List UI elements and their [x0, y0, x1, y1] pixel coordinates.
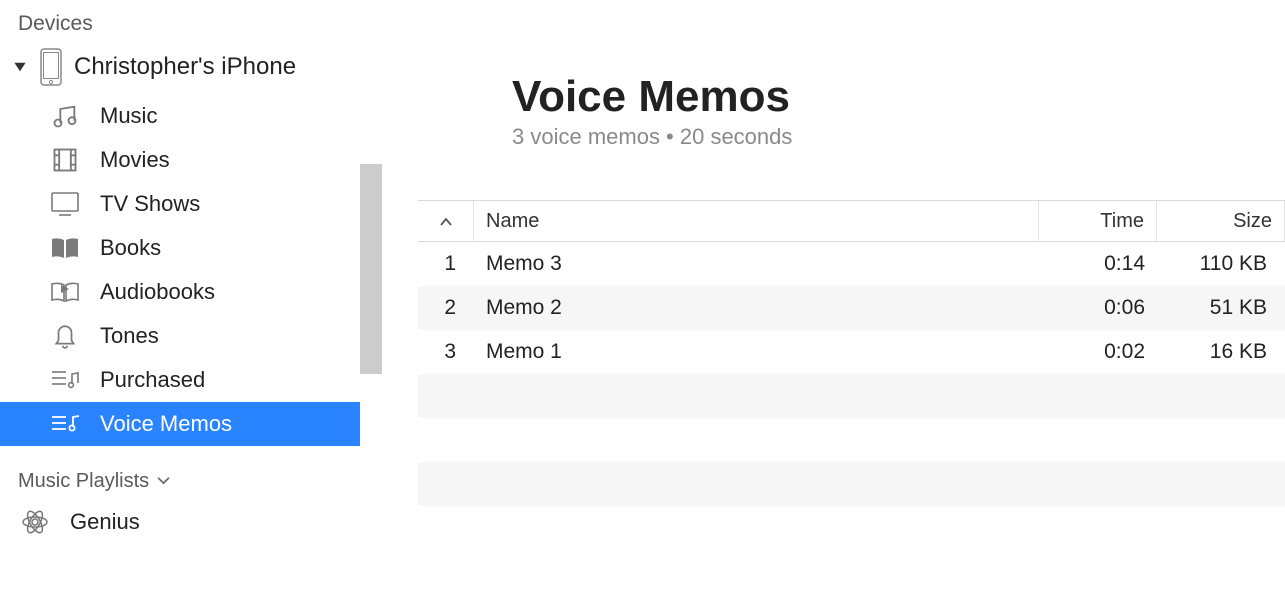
music-icon — [48, 101, 82, 131]
sidebar-item-label: Music — [100, 103, 157, 129]
page-subtitle: 3 voice memos • 20 seconds — [512, 124, 1285, 150]
sidebar-item-tvshows[interactable]: TV Shows — [0, 182, 360, 226]
column-header-size[interactable]: Size — [1157, 201, 1285, 241]
row-number: 1 — [418, 252, 474, 276]
sidebar-item-label: Purchased — [100, 367, 205, 393]
sidebar-item-tones[interactable]: Tones — [0, 314, 360, 358]
column-header-time[interactable]: Time — [1039, 201, 1157, 241]
row-number: 3 — [418, 340, 474, 364]
row-name: Memo 1 — [474, 340, 1039, 364]
table: Name Time Size 1Memo 30:14110 KB2Memo 20… — [382, 200, 1285, 550]
bell-icon — [48, 321, 82, 351]
page-title: Voice Memos — [512, 72, 1285, 122]
sidebar: Devices Christopher's iPhone Music Movie… — [0, 0, 360, 593]
tv-icon — [48, 189, 82, 219]
table-row[interactable]: 3Memo 10:0216 KB — [418, 330, 1285, 374]
sidebar-item-voicememos[interactable]: Voice Memos — [0, 402, 360, 446]
table-body: 1Memo 30:14110 KB2Memo 20:0651 KB3Memo 1… — [418, 242, 1285, 374]
chevron-up-icon — [439, 210, 453, 233]
sidebar-item-label: TV Shows — [100, 191, 200, 217]
voicememo-icon — [48, 409, 82, 439]
sidebar-item-label: Voice Memos — [100, 411, 232, 437]
device-row[interactable]: Christopher's iPhone — [0, 44, 360, 94]
sidebar-item-purchased[interactable]: Purchased — [0, 358, 360, 402]
sidebar-nav: Music Movies TV Shows Books Audiobooks — [0, 94, 360, 446]
row-size: 16 KB — [1157, 340, 1285, 364]
column-header-name[interactable]: Name — [474, 201, 1039, 241]
row-name: Memo 2 — [474, 296, 1039, 320]
table-row[interactable]: 2Memo 20:0651 KB — [418, 286, 1285, 330]
sidebar-item-label: Audiobooks — [100, 279, 215, 305]
disclosure-triangle-icon — [12, 60, 28, 74]
row-size: 110 KB — [1157, 252, 1285, 276]
chevron-down-icon — [157, 473, 170, 491]
title-block: Voice Memos 3 voice memos • 20 seconds — [382, 72, 1285, 200]
sidebar-item-genius[interactable]: Genius — [0, 501, 360, 543]
sidebar-item-music[interactable]: Music — [0, 94, 360, 138]
iphone-icon — [40, 48, 62, 86]
row-size: 51 KB — [1157, 296, 1285, 320]
sidebar-item-label: Tones — [100, 323, 159, 349]
empty-stripes — [418, 374, 1285, 550]
film-icon — [48, 145, 82, 175]
section-header-devices: Devices — [0, 0, 360, 44]
table-row[interactable]: 1Memo 30:14110 KB — [418, 242, 1285, 286]
genius-label: Genius — [70, 509, 140, 535]
sidebar-item-label: Books — [100, 235, 161, 261]
scrollbar-thumb[interactable] — [360, 164, 382, 374]
genius-icon — [18, 507, 52, 537]
table-header: Name Time Size — [418, 200, 1285, 242]
book-icon — [48, 233, 82, 263]
main-content: Voice Memos 3 voice memos • 20 seconds N… — [382, 0, 1285, 593]
playlists-label: Music Playlists — [18, 470, 149, 493]
section-header-playlists[interactable]: Music Playlists — [0, 446, 360, 501]
device-name: Christopher's iPhone — [74, 53, 296, 81]
purchased-icon — [48, 365, 82, 395]
sidebar-item-movies[interactable]: Movies — [0, 138, 360, 182]
sort-indicator-column[interactable] — [418, 201, 474, 241]
sidebar-item-audiobooks[interactable]: Audiobooks — [0, 270, 360, 314]
sidebar-scrollbar[interactable] — [360, 0, 382, 593]
row-time: 0:06 — [1039, 296, 1157, 320]
row-name: Memo 3 — [474, 252, 1039, 276]
row-number: 2 — [418, 296, 474, 320]
row-time: 0:02 — [1039, 340, 1157, 364]
row-time: 0:14 — [1039, 252, 1157, 276]
sidebar-item-books[interactable]: Books — [0, 226, 360, 270]
sidebar-item-label: Movies — [100, 147, 170, 173]
audiobook-icon — [48, 277, 82, 307]
